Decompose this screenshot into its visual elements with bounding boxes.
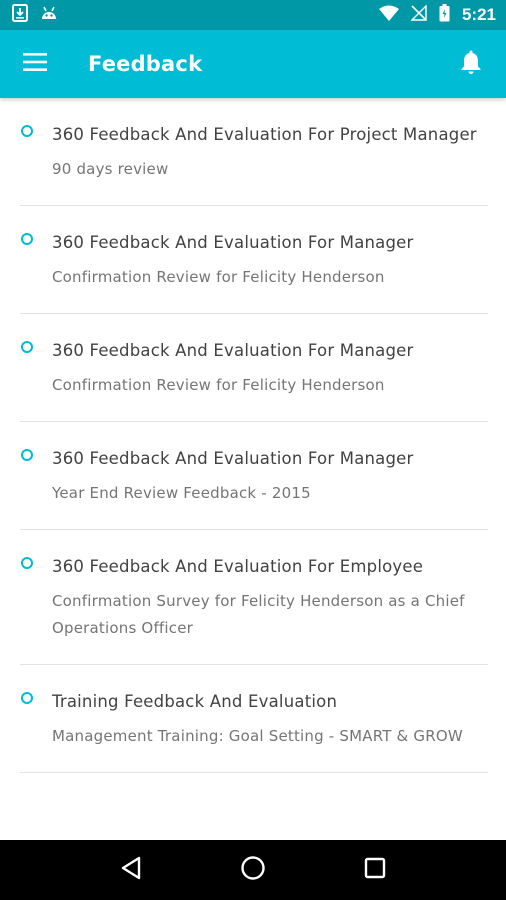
recents-button[interactable]: [345, 840, 405, 900]
menu-icon: [23, 53, 47, 75]
back-icon: [120, 856, 142, 884]
no-signal-icon: [410, 4, 427, 25]
download-notification-icon: [12, 4, 28, 26]
bell-icon: [460, 49, 482, 79]
feedback-item-title: 360 Feedback And Evaluation For Manager: [52, 341, 414, 360]
feedback-item-subtitle: Management Training: Goal Setting - SMAR…: [52, 727, 463, 745]
feedback-list-item[interactable]: 360 Feedback And Evaluation For Manager …: [20, 422, 488, 530]
feedback-list-item[interactable]: 360 Feedback And Evaluation For Manager …: [20, 314, 488, 422]
status-right: 5:21: [378, 4, 496, 26]
bullet-icon: [21, 233, 33, 245]
status-bar: 5:21: [0, 0, 506, 30]
bullet-icon: [21, 341, 33, 353]
feedback-list-item[interactable]: Training Feedback And Evaluation Managem…: [20, 665, 488, 773]
app-bar: Feedback: [0, 30, 506, 98]
feedback-list-item[interactable]: 360 Feedback And Evaluation For Manager …: [20, 206, 488, 314]
android-icon: [40, 5, 58, 25]
feedback-item-title: 360 Feedback And Evaluation For Manager: [52, 233, 414, 252]
feedback-item-subtitle: Confirmation Review for Felicity Henders…: [52, 376, 385, 394]
wifi-icon: [378, 5, 399, 25]
feedback-item-subtitle: 90 days review: [52, 160, 169, 178]
bullet-icon: [21, 125, 33, 137]
feedback-item-title: Training Feedback And Evaluation: [52, 692, 338, 711]
status-time: 5:21: [461, 5, 496, 24]
home-button[interactable]: [223, 840, 283, 900]
feedback-item-subtitle: Confirmation Review for Felicity Henders…: [52, 268, 385, 286]
feedback-list-item[interactable]: 360 Feedback And Evaluation For Project …: [20, 98, 488, 206]
feedback-item-title: 360 Feedback And Evaluation For Project …: [52, 125, 477, 144]
bullet-icon: [21, 692, 33, 704]
battery-icon: [439, 4, 450, 26]
home-icon: [240, 855, 266, 885]
page-title: Feedback: [88, 52, 203, 76]
bullet-icon: [21, 557, 33, 569]
bullet-icon: [21, 449, 33, 461]
feedback-item-title: 360 Feedback And Evaluation For Manager: [52, 449, 414, 468]
status-left: [12, 4, 58, 26]
back-button[interactable]: [101, 840, 161, 900]
feedback-list-item[interactable]: 360 Feedback And Evaluation For Employee…: [20, 530, 488, 665]
feedback-item-title: 360 Feedback And Evaluation For Employee: [52, 557, 424, 576]
recents-icon: [364, 857, 386, 883]
feedback-item-subtitle: Year End Review Feedback - 2015: [52, 484, 311, 502]
notifications-button[interactable]: [436, 30, 506, 98]
feedback-item-subtitle: Confirmation Survey for Felicity Henders…: [52, 592, 465, 637]
feedback-list: 360 Feedback And Evaluation For Project …: [0, 98, 506, 773]
menu-button[interactable]: [0, 30, 70, 98]
navigation-bar: [0, 840, 506, 900]
